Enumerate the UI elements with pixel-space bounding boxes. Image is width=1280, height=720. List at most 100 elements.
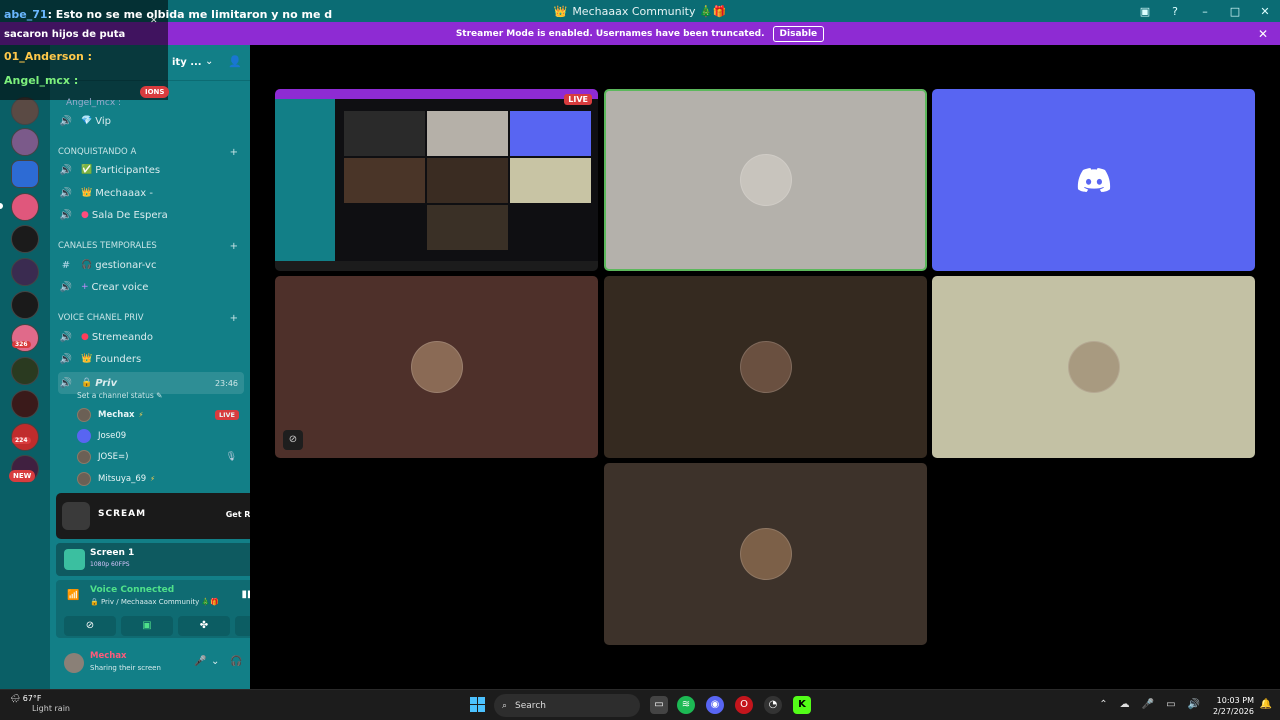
- weather-widget[interactable]: 🌧 67°F Light rain: [10, 694, 70, 714]
- close-icon[interactable]: ✕: [150, 16, 158, 26]
- server-name: ity ...: [172, 57, 202, 68]
- server-icon[interactable]: [11, 390, 39, 418]
- channel-sala[interactable]: 🔊 ● Sala De Espera: [58, 205, 244, 225]
- maximize-button[interactable]: □: [1220, 5, 1250, 18]
- disable-button[interactable]: Disable: [772, 25, 825, 42]
- category-temporales[interactable]: CANALES TEMPORALES +: [58, 241, 244, 252]
- plus-icon: +: [81, 282, 89, 292]
- notification-icon[interactable]: 🔔: [1260, 699, 1272, 710]
- add-channel-icon[interactable]: +: [230, 147, 238, 158]
- avatar: [739, 341, 792, 393]
- help-icon[interactable]: ?: [1160, 5, 1190, 18]
- screen-share-button[interactable]: ▣: [121, 616, 173, 636]
- discord-logo-icon: [1077, 168, 1110, 192]
- spotify-icon[interactable]: ≋: [677, 696, 695, 714]
- participant-tile[interactable]: [604, 276, 927, 458]
- headphones-icon[interactable]: 🎧: [230, 656, 242, 667]
- category-priv[interactable]: VOICE CHANEL PRIV +: [58, 313, 244, 324]
- participant-tile[interactable]: [932, 89, 1255, 271]
- kick-icon[interactable]: K: [793, 696, 811, 714]
- channel-sidebar: ity ... ⌄ 👤 🔊 💎 Vip CONQUISTANDO A + 🔊 ✅…: [50, 45, 294, 689]
- minimize-button[interactable]: –: [1190, 5, 1220, 18]
- avatar: [739, 528, 792, 580]
- avatar: [77, 472, 91, 486]
- taskbar-search[interactable]: ⌕ Search: [494, 694, 640, 717]
- channel-participantes[interactable]: 🔊 ✅ Participantes: [58, 160, 244, 180]
- voice-channel-label[interactable]: 🔒 Priv / Mechaaax Community 🎄🎁: [90, 598, 219, 606]
- add-channel-icon[interactable]: +: [230, 313, 238, 324]
- red-circle-icon: ●: [81, 210, 89, 220]
- screen-share-tile[interactable]: LIVE: [275, 89, 598, 271]
- participant-tile[interactable]: [604, 89, 927, 271]
- avatar[interactable]: [64, 653, 84, 673]
- activities-button[interactable]: ✤: [178, 616, 230, 636]
- speaker-icon: 🔊: [59, 187, 73, 199]
- server-icon[interactable]: [11, 258, 39, 286]
- server-icon[interactable]: [11, 225, 39, 253]
- avatar: [77, 408, 91, 422]
- mention-badge: 224: [12, 437, 31, 444]
- voice-user[interactable]: Mitsuya_69 ⚡: [77, 469, 243, 489]
- screen-share-icon: [64, 549, 85, 570]
- channel-status-hint[interactable]: Set a channel status ✎: [77, 391, 162, 400]
- microphone-icon[interactable]: 🎤: [1142, 699, 1154, 710]
- folder-icon[interactable]: [11, 160, 39, 188]
- discord-icon[interactable]: ◉: [706, 696, 724, 714]
- close-button[interactable]: ✕: [1250, 5, 1280, 18]
- channel-crear[interactable]: 🔊 + Crear voice: [58, 277, 244, 297]
- mini-tile: [510, 111, 591, 156]
- connection-icon: 📶: [67, 590, 80, 601]
- avatar: [1067, 341, 1120, 393]
- crown-icon: 👑: [553, 4, 568, 18]
- network-icon[interactable]: ▭: [1166, 699, 1175, 710]
- voice-user[interactable]: JOSE=) 🎙: [77, 447, 243, 467]
- server-icon[interactable]: [11, 128, 39, 156]
- participant-tile[interactable]: [932, 276, 1255, 458]
- avatar: [77, 450, 91, 464]
- category-conquistando[interactable]: CONQUISTANDO A +: [58, 147, 244, 158]
- voice-user[interactable]: Mechax ⚡ LIVE: [77, 405, 243, 425]
- lock-icon: 🔒: [81, 378, 93, 388]
- mini-taskbar: [275, 261, 598, 271]
- voice-status[interactable]: Voice Connected: [90, 585, 174, 595]
- chevron-down-icon[interactable]: ⌄: [211, 656, 219, 667]
- overlay-message: Angel_mcx :: [4, 74, 79, 87]
- opera-icon[interactable]: O: [735, 696, 753, 714]
- chevron-up-icon[interactable]: ⌃: [1099, 699, 1107, 710]
- app-root: 👑 Mechaaax Community 🎄🎁 ▣ ? – □ ✕ Stream…: [0, 0, 1280, 720]
- channel-stremeando[interactable]: 🔊 ● Stremeando: [58, 327, 244, 347]
- obs-icon[interactable]: ◔: [764, 696, 782, 714]
- mini-tile: [427, 111, 508, 156]
- participant-tile[interactable]: ⊘: [275, 276, 598, 458]
- file-explorer-icon[interactable]: ▭: [650, 696, 668, 714]
- mini-banner: [275, 89, 598, 99]
- avatar: [739, 154, 792, 206]
- mini-sidebar: [275, 99, 335, 261]
- chevron-down-icon[interactable]: ⌄: [205, 56, 213, 67]
- volume-icon[interactable]: 🔊: [1188, 699, 1200, 710]
- participant-tile[interactable]: [604, 463, 927, 645]
- system-tray: ⌃ ☁ 🎤 ▭ 🔊: [1099, 699, 1200, 710]
- windows-start-icon[interactable]: [470, 697, 485, 712]
- channel-founders[interactable]: 🔊 👑 Founders: [58, 349, 244, 369]
- channel-mechaaax[interactable]: 🔊 👑 Mechaaax -: [58, 183, 244, 203]
- voice-user[interactable]: Jose09: [77, 426, 243, 446]
- server-icon[interactable]: [11, 291, 39, 319]
- inbox-icon[interactable]: ▣: [1130, 5, 1160, 18]
- server-icon[interactable]: [11, 97, 39, 125]
- headphones-icon: 🎧: [81, 260, 93, 270]
- channel-vip[interactable]: 🔊 💎 Vip: [58, 111, 244, 131]
- server-icon[interactable]: [11, 193, 39, 221]
- add-channel-icon[interactable]: +: [230, 241, 238, 252]
- user-status: Sharing their screen: [90, 664, 161, 672]
- mini-tile: [427, 205, 508, 250]
- channel-gestionar[interactable]: # 🎧 gestionar-vc: [58, 255, 244, 275]
- banner-close-icon[interactable]: ✕: [1258, 27, 1268, 41]
- clock[interactable]: 10:03 PM 2/27/2026: [1213, 695, 1254, 717]
- server-icon[interactable]: [11, 357, 39, 385]
- speaker-icon: 🔊: [59, 164, 73, 176]
- camera-off-button[interactable]: ⊘: [64, 616, 116, 636]
- add-user-icon[interactable]: 👤: [228, 55, 242, 68]
- microphone-icon[interactable]: 🎤: [194, 656, 206, 667]
- cloud-icon[interactable]: ☁: [1120, 699, 1130, 710]
